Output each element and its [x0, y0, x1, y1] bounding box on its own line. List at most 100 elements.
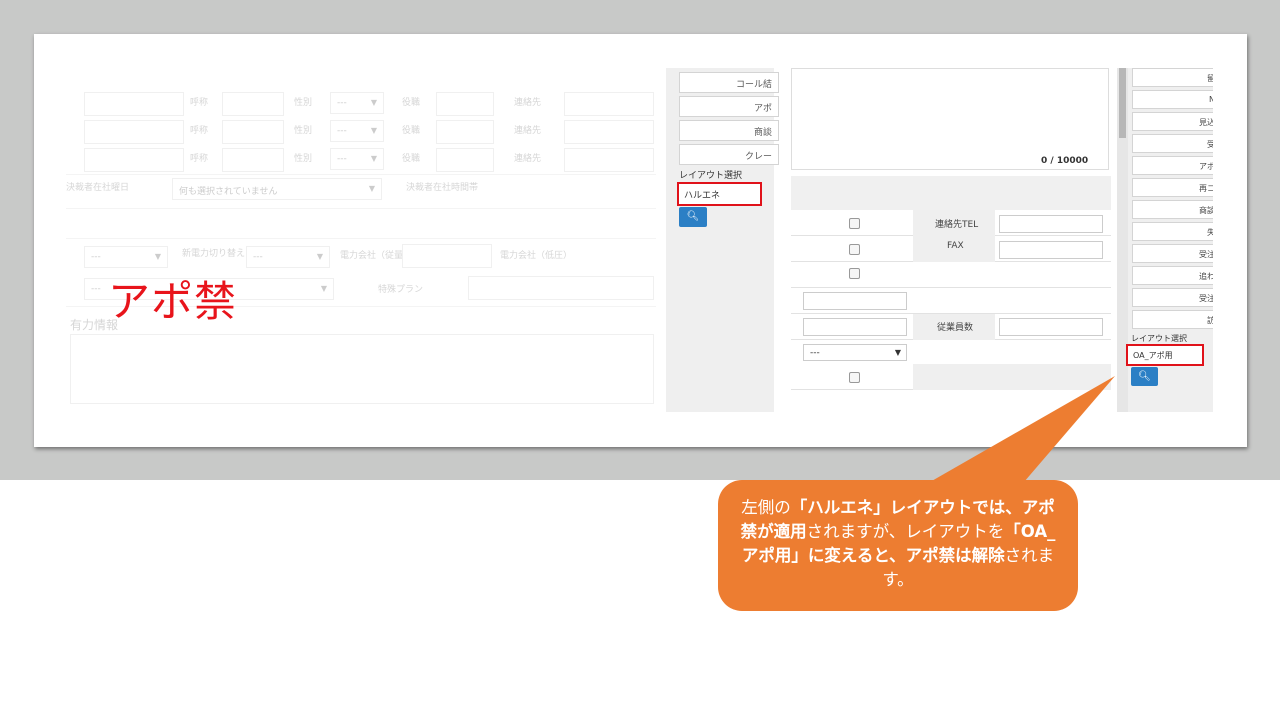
form-row — [791, 288, 1111, 314]
status-button-apo[interactable]: アポ — [679, 96, 779, 117]
divider — [66, 238, 656, 239]
layout-select-oa-apo[interactable]: OA_アポ用 — [1126, 344, 1204, 366]
label-employees: 従業員数 — [937, 323, 974, 333]
ghost-contact-input[interactable] — [564, 92, 654, 116]
status-button[interactable]: 見込 — [1132, 112, 1213, 131]
search-icon: 🔍︎ — [1138, 371, 1151, 382]
ghost-gender-select[interactable]: --- ▼ — [330, 92, 384, 114]
select-value: --- — [91, 284, 101, 294]
chevron-down-icon: ▼ — [370, 126, 377, 135]
ghost-name-input[interactable] — [84, 92, 184, 116]
ghost-contact-input[interactable] — [564, 120, 654, 144]
ghost-label-title: 呼称 — [190, 126, 209, 136]
label-tel: 連絡先TEL — [935, 220, 979, 230]
left-layout-panel: コール結 アポ 商談 クレー レイアウト選択 — [666, 68, 779, 412]
ghost-label-title: 呼称 — [190, 98, 209, 108]
ghost-title-input[interactable] — [222, 120, 284, 144]
chevron-down-icon: ▼ — [370, 98, 377, 107]
status-button[interactable]: アポ — [1132, 156, 1213, 175]
form-row: --- ▼ — [791, 340, 1111, 366]
chevron-down-icon: ▼ — [894, 348, 901, 357]
layout-search-button[interactable]: 🔍︎ — [1131, 367, 1158, 386]
checkbox[interactable] — [849, 244, 860, 255]
char-counter: 0 / 10000 — [1041, 156, 1089, 166]
chevron-down-icon: ▼ — [154, 252, 161, 261]
ghost-label-power-switch: 新電力切り替え — [182, 249, 246, 259]
text-input[interactable] — [803, 292, 907, 310]
status-button[interactable]: 商談 — [1132, 200, 1213, 219]
status-button-claim[interactable]: クレー — [679, 144, 779, 165]
label-fax: FAX — [947, 241, 964, 251]
fax-input[interactable] — [999, 241, 1103, 259]
ghost-position-input[interactable] — [436, 120, 494, 144]
scrollbar-thumb[interactable] — [1119, 68, 1126, 138]
ghost-form: 呼称 性別 --- ▼ 役職 連絡先 呼称 性別 --- ▼ 役職 連絡先 呼称 性… — [66, 68, 656, 412]
ghost-gender-select[interactable]: --- ▼ — [330, 148, 384, 170]
employees-input[interactable] — [999, 318, 1103, 336]
status-button[interactable]: 受注 — [1132, 244, 1213, 263]
layout-search-button[interactable]: 🔍︎ — [679, 207, 707, 227]
ghost-label-title: 呼称 — [190, 154, 209, 164]
ghost-contact-input[interactable] — [564, 148, 654, 172]
ghost-label-contact: 連絡先 — [514, 126, 542, 136]
status-button-negotiation[interactable]: 商談 — [679, 120, 779, 141]
checkbox[interactable] — [849, 218, 860, 229]
ghost-label-decision-day: 決裁者在社曜日 — [66, 183, 130, 193]
ghost-label-gender: 性別 — [294, 126, 313, 136]
ghost-name-input[interactable] — [84, 148, 184, 172]
text-input[interactable] — [803, 318, 907, 336]
status-button[interactable]: 追わ — [1132, 266, 1213, 285]
memo-textarea[interactable] — [791, 68, 1109, 170]
callout-text-1: 左側の — [741, 498, 791, 517]
status-button-call-result[interactable]: コール結 — [679, 72, 779, 93]
status-button[interactable]: 受 — [1132, 134, 1213, 153]
status-button[interactable]: N — [1132, 90, 1213, 109]
layout-select-harune[interactable]: ハルエネ — [677, 182, 762, 206]
ghost-name-input[interactable] — [84, 120, 184, 144]
chevron-down-icon: ▼ — [370, 154, 377, 163]
label-cell — [913, 364, 1111, 390]
form-row: FAX — [791, 236, 1111, 262]
ghost-title-input[interactable] — [222, 92, 284, 116]
tel-input[interactable] — [999, 215, 1103, 233]
ghost-label-power-new: 電力会社（低圧） — [500, 251, 573, 261]
search-icon: 🔍︎ — [686, 211, 700, 222]
chevron-down-icon: ▼ — [320, 284, 327, 293]
ghost-position-input[interactable] — [436, 148, 494, 172]
ghost-label-position: 役職 — [402, 154, 421, 164]
ghost-gender-select[interactable]: --- ▼ — [330, 120, 384, 142]
checkbox[interactable] — [849, 372, 860, 383]
select-value: --- — [810, 348, 820, 358]
ghost-label-position: 役職 — [402, 126, 421, 136]
ghost-power-old-input[interactable] — [402, 244, 492, 268]
ghost-label-contact: 連絡先 — [514, 98, 542, 108]
ghost-label-gender: 性別 — [294, 98, 313, 108]
status-button[interactable]: 留 — [1132, 68, 1213, 87]
layout-select-label: レイアウト選択 — [1131, 334, 1187, 343]
select-value: --- — [91, 252, 101, 262]
checkbox[interactable] — [849, 268, 860, 279]
ghost-label-plan: 特殊プラン — [378, 285, 424, 295]
ghost-power-select[interactable]: --- ▼ — [84, 246, 168, 268]
apokin-stamp: アポ禁 — [108, 277, 238, 326]
ghost-title-input[interactable] — [222, 148, 284, 172]
middle-form-panel: 0 / 10000 連絡先TEL FAX 従業員数 --- ▼ — [791, 68, 1111, 412]
ghost-plan-input[interactable] — [468, 276, 654, 300]
ghost-label-position: 役職 — [402, 98, 421, 108]
divider — [66, 174, 656, 175]
form-select[interactable]: --- ▼ — [803, 344, 907, 361]
status-button[interactable]: 訪 — [1132, 310, 1213, 329]
status-button[interactable]: 受注 — [1132, 288, 1213, 307]
section-header — [791, 176, 1111, 210]
ghost-decision-day-select[interactable]: 何も選択されていません ▼ — [172, 178, 382, 200]
divider — [66, 208, 656, 209]
status-button[interactable]: 失 — [1132, 222, 1213, 241]
form-row — [791, 364, 1111, 390]
ghost-position-input[interactable] — [436, 92, 494, 116]
form-row: 連絡先TEL — [791, 210, 1111, 236]
status-button[interactable]: 再コ — [1132, 178, 1213, 197]
ghost-info-textarea[interactable] — [70, 334, 654, 404]
callout-text-3: されますが、レイアウトを — [806, 522, 1005, 541]
chevron-down-icon: ▼ — [368, 184, 375, 193]
ghost-power-switch-select[interactable]: --- ▼ — [246, 246, 330, 268]
